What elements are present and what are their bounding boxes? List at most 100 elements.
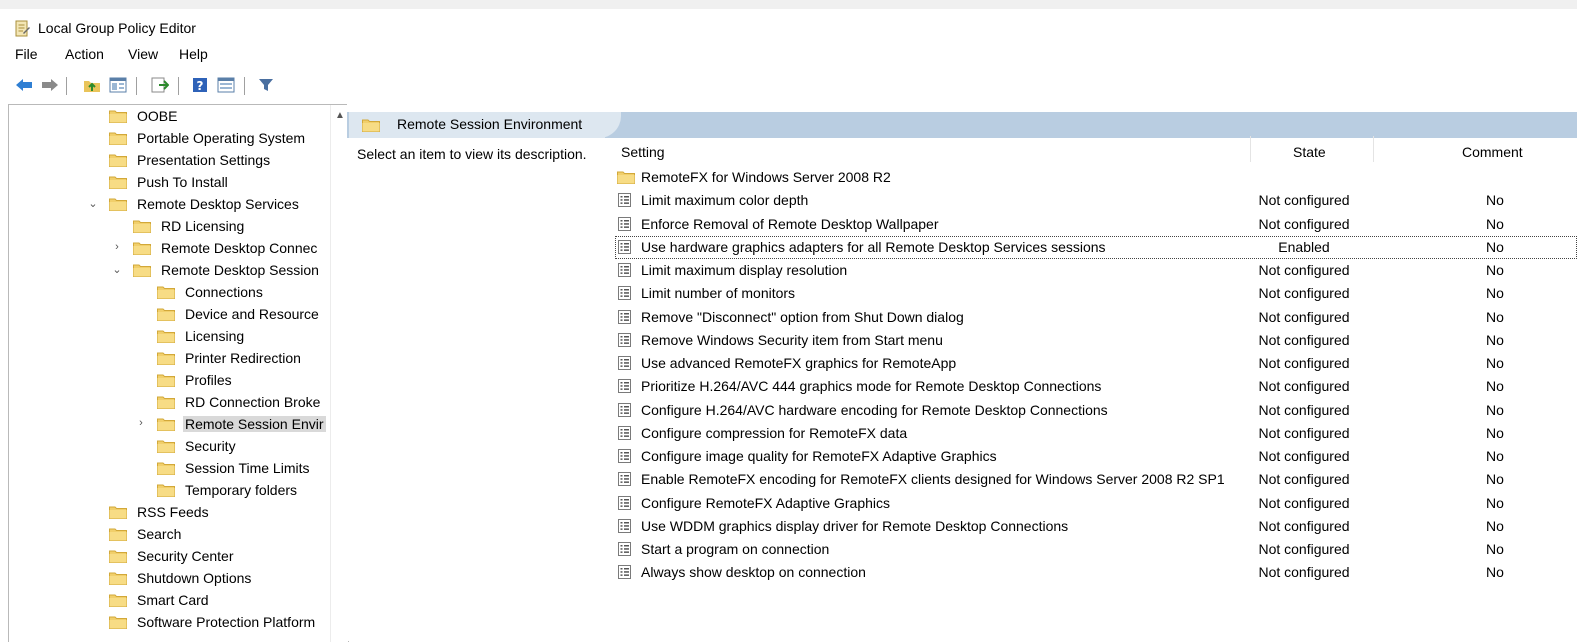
chevron-down-icon[interactable]: ⌄ [111,263,123,277]
chevron-right-icon[interactable]: › [111,241,123,255]
tree-item[interactable]: Temporary folders [9,480,331,502]
tree-item[interactable]: Smart Card [9,590,331,612]
help-icon[interactable]: ? [190,75,210,95]
setting-row[interactable]: Configure compression for RemoteFX data N… [615,422,1577,445]
setting-comment: No [1486,564,1504,581]
up-folder-icon[interactable] [82,75,102,95]
folder-icon [362,118,380,132]
setting-name: Remove "Disconnect" option from Shut Dow… [641,308,964,325]
setting-name: Prioritize H.264/AVC 444 graphics mode f… [641,378,1102,395]
tree-item[interactable]: OOBE [9,106,331,128]
setting-row[interactable]: Configure RemoteFX Adaptive Graphics Not … [615,492,1577,515]
setting-row[interactable]: Limit number of monitors Not configured No [615,282,1577,305]
setting-row[interactable]: Remove "Disconnect" option from Shut Dow… [615,306,1577,329]
folder-icon [133,241,151,255]
tree-item-label: Profiles [185,372,232,388]
tree-item[interactable]: Session Time Limits [9,458,331,480]
policy-setting-icon [618,542,631,556]
menu-view[interactable]: View [127,46,159,62]
setting-row[interactable]: Enable RemoteFX encoding for RemoteFX cl… [615,468,1577,491]
folder-icon [157,307,175,321]
tree-item-label: RD Licensing [161,218,245,234]
console-tree[interactable]: OOBE Portable Operating System Presentatio… [8,104,349,642]
setting-name: Configure H.264/AVC hardware encoding fo… [641,401,1108,418]
setting-row[interactable]: Limit maximum display resolution Not conf… [615,259,1577,282]
folder-icon [109,593,127,607]
tree-item[interactable]: RSS Feeds [9,502,331,524]
tree-item-label: RSS Feeds [137,504,209,520]
menu-file[interactable]: File [14,46,39,62]
setting-state: Not configured [1258,564,1350,581]
setting-state: Not configured [1258,262,1350,278]
tree-item[interactable]: ⌄ Remote Desktop Services [9,194,331,216]
setting-row[interactable]: Use WDDM graphics display driver for Rem… [615,515,1577,538]
column-divider[interactable] [1373,136,1374,162]
tree-item[interactable]: Portable Operating System [9,128,331,150]
setting-state: Not configured [1258,355,1350,371]
setting-folder-row[interactable]: RemoteFX for Windows Server 2008 R2 [615,166,1577,189]
tree-item[interactable]: Push To Install [9,172,331,194]
setting-name: Start a program on connection [641,541,830,557]
toolbar-separator [66,77,67,95]
tree-item[interactable]: Printer Redirection [9,348,331,370]
tree-item[interactable]: Licensing [9,326,331,348]
tree-item[interactable]: › Remote Session Envir [9,414,331,436]
tree-item[interactable]: Profiles [9,370,331,392]
tree-item[interactable]: Presentation Settings [9,150,331,172]
setting-row[interactable]: Always show desktop on connection Not con… [615,561,1577,584]
setting-row[interactable]: Use advanced RemoteFX graphics for Remot… [615,352,1577,375]
tree-item[interactable]: RD Connection Broke [9,392,331,414]
show-hide-tree-icon[interactable] [108,75,128,95]
folder-icon [109,197,127,211]
tree-item-label: Presentation Settings [137,152,271,168]
tree-item[interactable]: Software Protection Platform [9,612,331,634]
scroll-up-arrow-icon[interactable]: ▲ [335,110,345,121]
column-divider[interactable] [1250,136,1251,162]
tree-item[interactable]: Device and Resource [9,304,331,326]
setting-row[interactable]: Configure image quality for RemoteFX Ada… [615,445,1577,468]
tree-item-label: Portable Operating System [137,130,306,146]
properties-view-icon[interactable] [216,75,236,95]
tree-item[interactable]: Connections [9,282,331,304]
setting-name: Limit maximum color depth [641,192,809,209]
back-arrow-icon[interactable] [14,75,34,95]
filter-icon[interactable] [256,75,276,95]
menu-help[interactable]: Help [178,46,209,62]
setting-row[interactable]: Start a program on connection Not configu… [615,538,1577,561]
tree-item[interactable]: RD Licensing [9,216,331,238]
folder-icon [109,153,127,167]
folder-icon [617,170,635,184]
folder-icon [109,131,127,145]
setting-row[interactable]: Limit maximum color depth Not configured N… [615,189,1577,212]
tree-item[interactable]: Shutdown Options [9,568,331,590]
tree-item[interactable]: › Remote Desktop Connec [9,238,331,260]
tree-scrollbar[interactable]: ▲ [330,105,348,642]
tree-item[interactable]: Search [9,524,331,546]
tree-item[interactable]: Security [9,436,331,458]
policy-setting-icon [618,263,631,277]
export-list-icon[interactable] [150,75,170,95]
chevron-down-icon[interactable]: ⌄ [87,197,99,211]
folder-icon [133,219,151,233]
setting-comment: No [1486,517,1504,534]
setting-comment: No [1486,424,1504,441]
menu-action[interactable]: Action [64,46,105,62]
column-header-comment[interactable]: Comment [1462,144,1523,160]
chevron-right-icon[interactable]: › [135,417,147,431]
tree-item-label: RD Connection Broke [185,394,321,410]
column-header-setting[interactable]: Setting [621,144,665,160]
setting-row[interactable]: Remove Windows Security item from Start … [615,329,1577,352]
folder-icon [109,109,127,123]
folder-icon [157,329,175,343]
forward-arrow-icon[interactable] [40,75,60,95]
folder-icon [157,351,175,365]
tree-item[interactable]: ⌄ Remote Desktop Session [9,260,331,282]
setting-row[interactable]: Enforce Removal of Remote Desktop Wallpa… [615,213,1577,236]
column-header-state[interactable]: State [1293,144,1326,160]
setting-row[interactable]: Use hardware graphics adapters for all R… [615,235,1577,259]
setting-row[interactable]: Configure H.264/AVC hardware encoding fo… [615,399,1577,422]
folder-icon [157,395,175,409]
tree-item[interactable]: Security Center [9,546,331,568]
setting-row[interactable]: Prioritize H.264/AVC 444 graphics mode f… [615,375,1577,398]
policy-setting-icon [618,402,631,417]
